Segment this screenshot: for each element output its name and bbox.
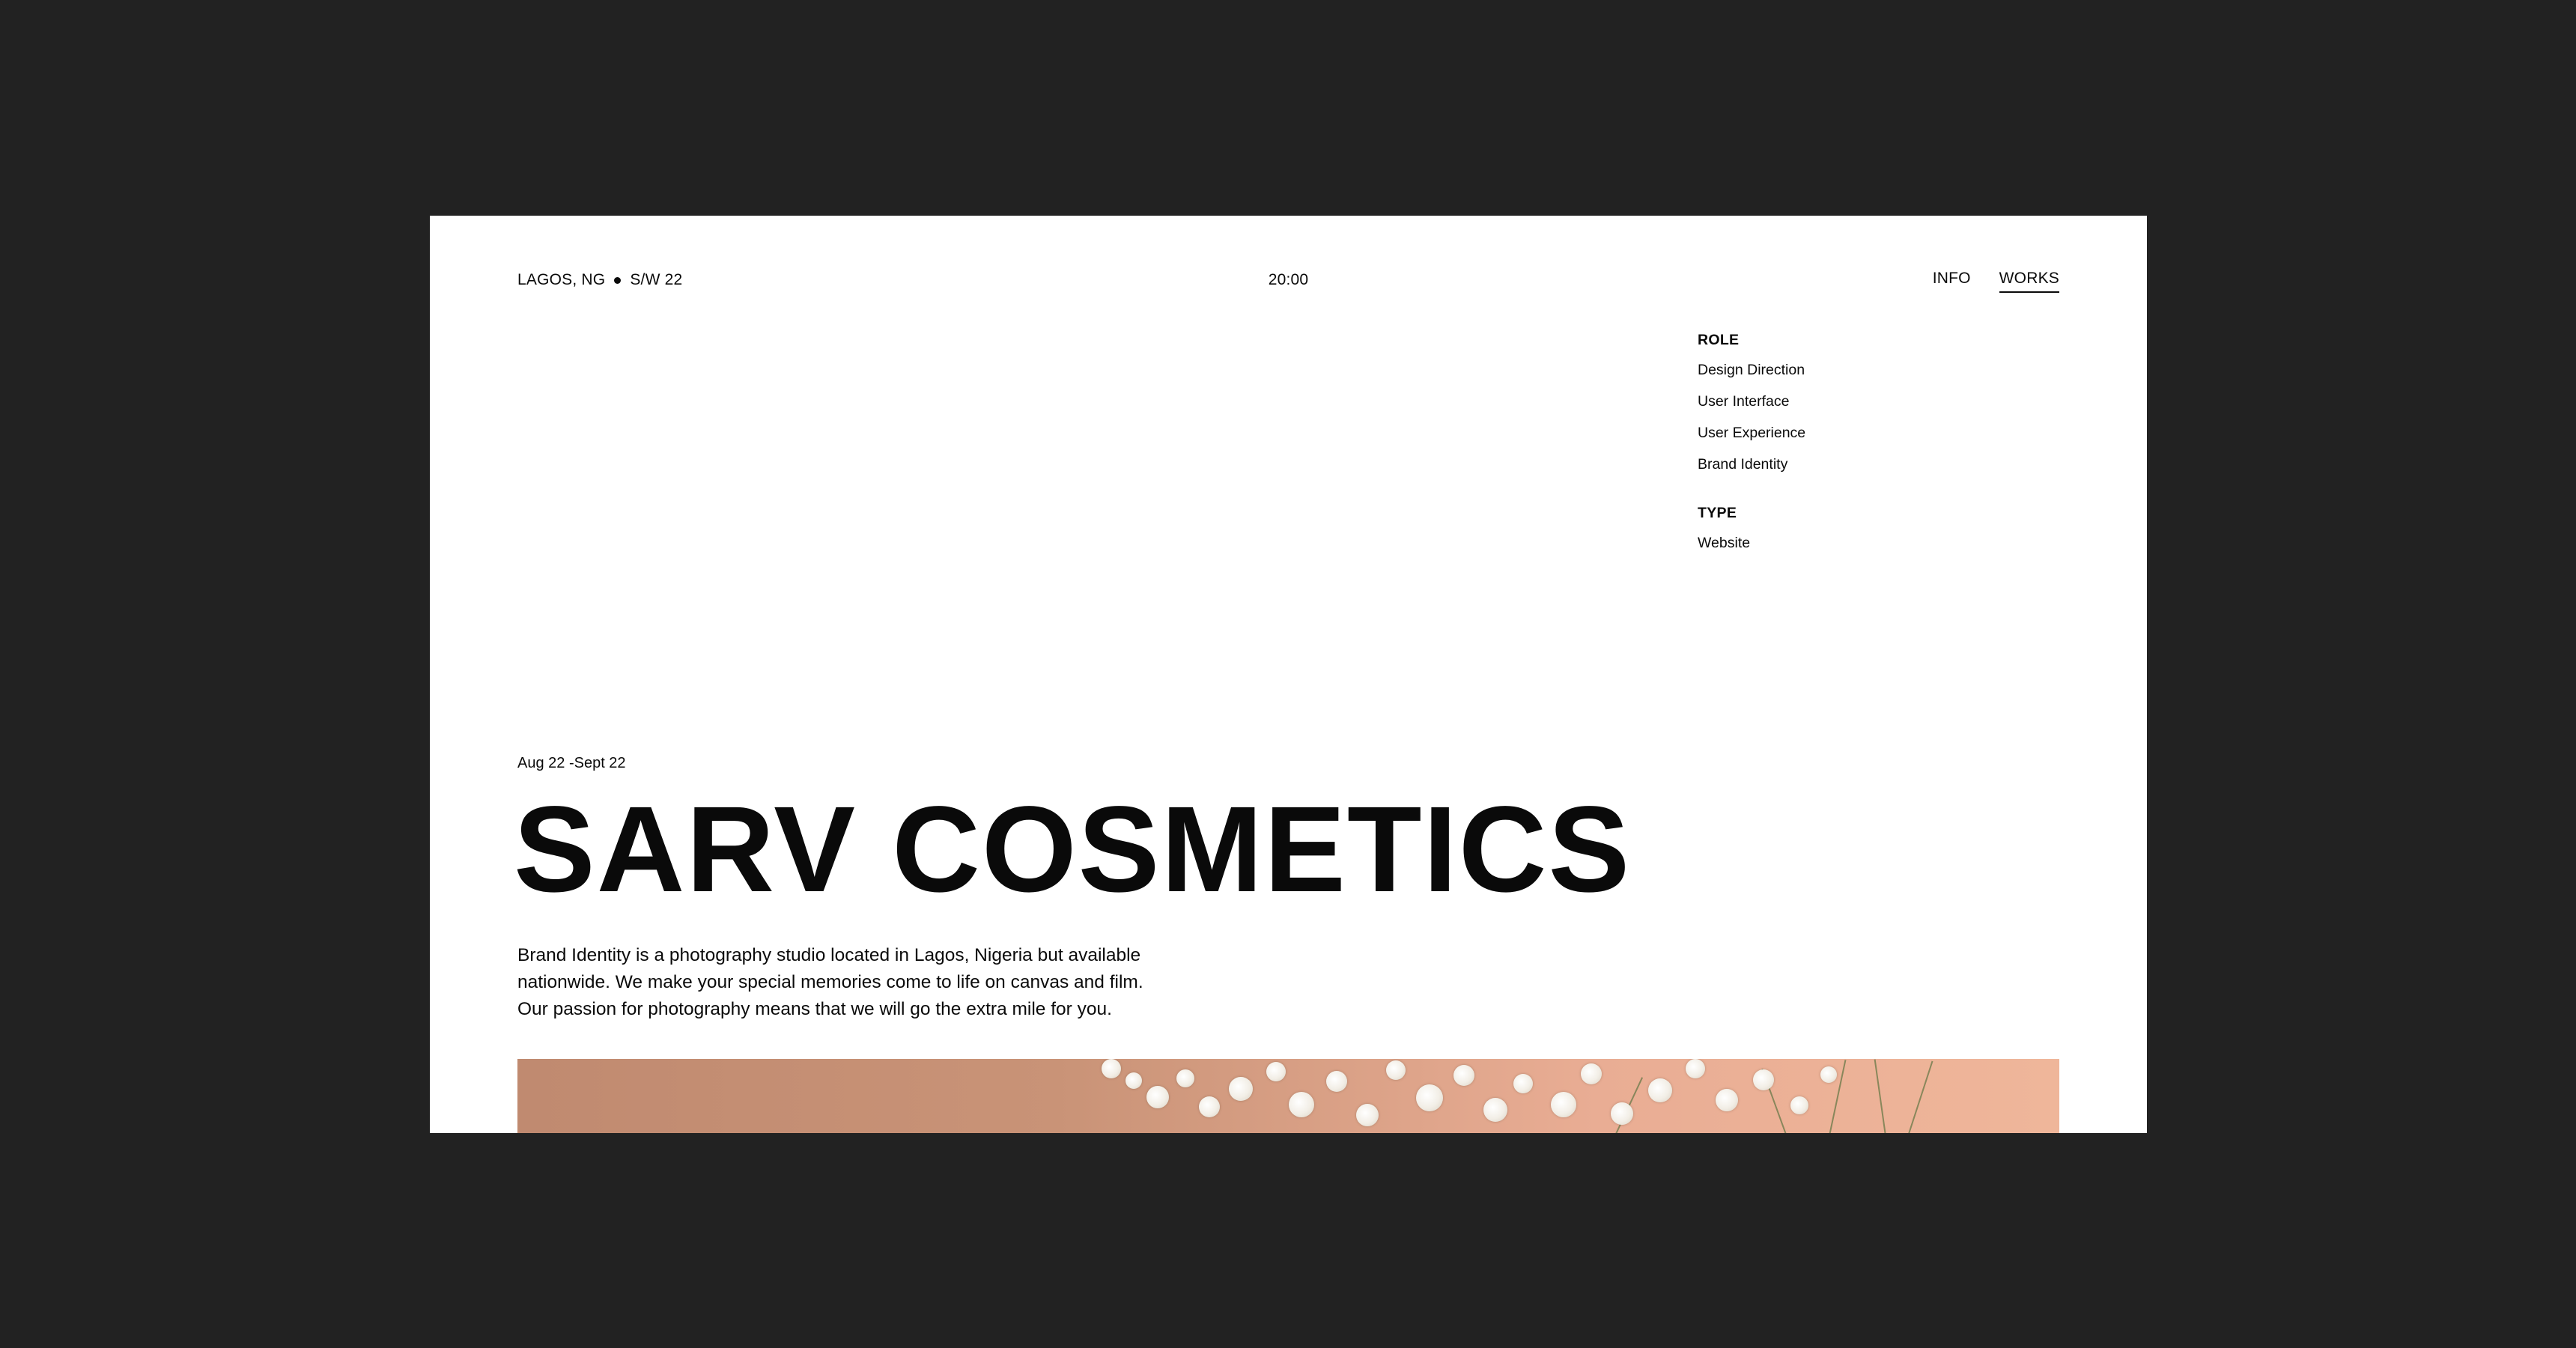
- location-season: LAGOS, NG S/W 22: [517, 271, 682, 289]
- flower-cluster: [1483, 1098, 1507, 1122]
- nav-link-info[interactable]: INFO: [1933, 270, 1971, 293]
- flower-cluster: [1820, 1066, 1837, 1083]
- top-bar: LAGOS, NG S/W 22 20:00 INFO WORKS: [517, 270, 2059, 301]
- role-heading: ROLE: [1698, 332, 1740, 348]
- role-group: ROLE Design Direction User Interface Use…: [1698, 332, 2057, 473]
- flower-cluster: [1102, 1059, 1121, 1078]
- role-item: Design Direction: [1698, 362, 1805, 378]
- clock-time: 20:00: [1268, 271, 1309, 288]
- flower-cluster: [1146, 1086, 1169, 1108]
- flower-cluster: [1266, 1062, 1286, 1081]
- flower-cluster: [1199, 1096, 1220, 1117]
- type-heading: TYPE: [1698, 505, 1737, 521]
- flower-cluster: [1386, 1060, 1406, 1080]
- role-item: Brand Identity: [1698, 456, 1788, 473]
- nav-link-works[interactable]: WORKS: [1999, 270, 2059, 293]
- flower-cluster: [1753, 1069, 1774, 1090]
- flower-cluster: [1686, 1059, 1705, 1078]
- flower-cluster: [1581, 1063, 1602, 1084]
- flower-cluster: [1416, 1084, 1443, 1111]
- flower-stem: [1904, 1060, 1933, 1133]
- page-frame: LAGOS, NG S/W 22 20:00 INFO WORKS ROLE D…: [430, 216, 2147, 1133]
- flower-cluster: [1126, 1072, 1142, 1089]
- project-description: Brand Identity is a photography studio l…: [517, 945, 1143, 1019]
- location-label: LAGOS, NG: [517, 271, 606, 288]
- flower-cluster: [1289, 1092, 1314, 1117]
- main-nav: INFO WORKS: [1933, 270, 2059, 293]
- flower-cluster: [1176, 1069, 1194, 1087]
- bullet-dot-icon: [614, 276, 622, 284]
- flower-cluster: [1326, 1071, 1347, 1092]
- flower-cluster: [1513, 1074, 1533, 1093]
- flower-cluster: [1648, 1078, 1672, 1102]
- flower-cluster: [1229, 1077, 1253, 1101]
- project-title: SARV COSMETICS: [514, 780, 1632, 917]
- flower-cluster: [1611, 1102, 1633, 1125]
- project-date: Aug 22 -Sept 22: [517, 755, 626, 771]
- flower-cluster: [1716, 1089, 1738, 1111]
- type-item: Website: [1698, 535, 1751, 551]
- project-meta: ROLE Design Direction User Interface Use…: [1698, 332, 2057, 565]
- season-label: S/W 22: [630, 271, 683, 288]
- type-group: TYPE Website: [1698, 505, 2057, 552]
- flower-cluster: [1453, 1065, 1474, 1086]
- hero-image: [517, 1059, 2059, 1133]
- flower-cluster: [1356, 1104, 1379, 1126]
- role-item: User Interface: [1698, 393, 1790, 410]
- flower-cluster: [1790, 1096, 1808, 1114]
- flower-cluster: [1551, 1092, 1576, 1117]
- flower-stem: [1874, 1059, 1889, 1133]
- role-item: User Experience: [1698, 425, 1806, 441]
